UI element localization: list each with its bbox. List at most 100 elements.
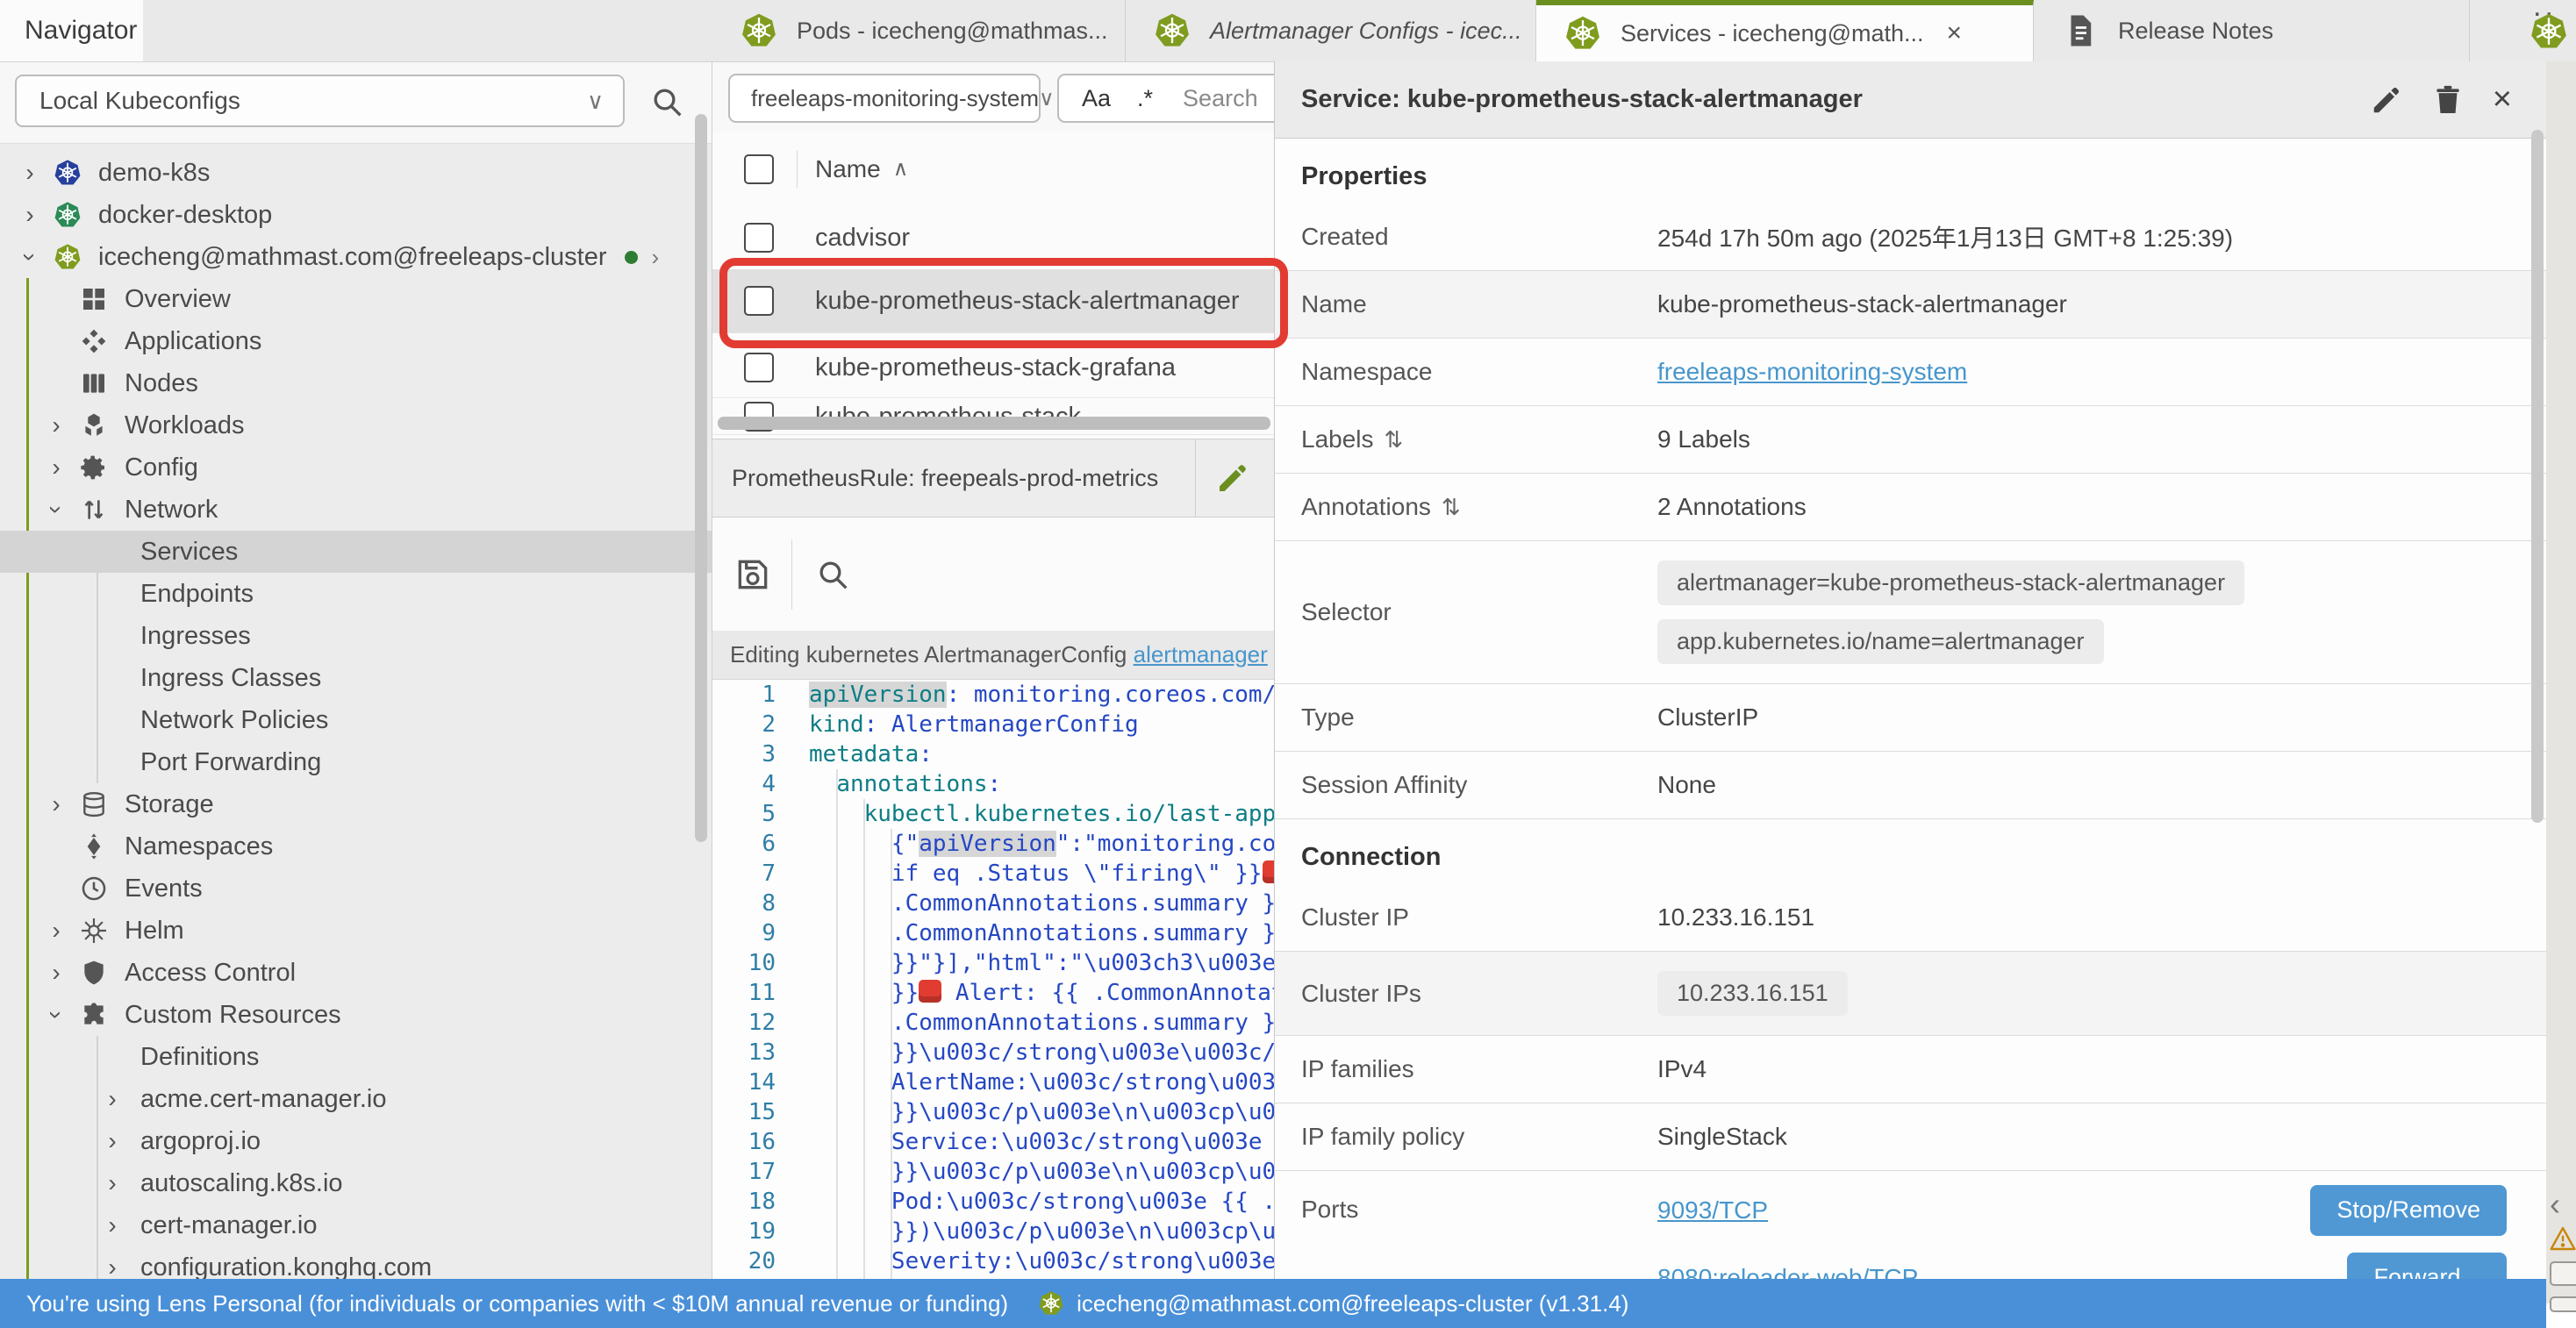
sidebar-item-cert-manager-io[interactable]: ›cert-manager.io <box>0 1204 712 1246</box>
sidebar-item-nodes[interactable]: Nodes <box>0 362 712 404</box>
sidebar-item-label: Ingresses <box>140 622 251 651</box>
sidebar-item-definitions[interactable]: Definitions <box>0 1036 712 1078</box>
forward-button[interactable]: Forward... <box>2347 1253 2507 1280</box>
sidebar-item-config[interactable]: ›Config <box>0 446 712 489</box>
chevron-right-icon[interactable]: › <box>39 790 74 818</box>
sidebar-item-docker-desktop[interactable]: ›docker-desktop <box>0 194 712 236</box>
editing-resource-link[interactable]: alertmanager <box>1134 641 1268 668</box>
editor-line-2: 2kind: AlertmanagerConfig <box>712 710 1277 739</box>
active-cluster-label[interactable]: icecheng@mathmast.com@freeleaps-cluster … <box>1077 1290 1628 1317</box>
sidebar-item-ingress-classes[interactable]: Ingress Classes <box>0 657 712 699</box>
detail-label: Selector <box>1301 598 1392 626</box>
namespace-link[interactable]: freeleaps-monitoring-system <box>1657 358 1967 386</box>
sidebar-item-acme-cert-manager-io[interactable]: ›acme.cert-manager.io <box>0 1078 712 1120</box>
tab-release-notes[interactable]: Release Notes <box>2034 0 2470 61</box>
tab-label: Pods - icecheng@mathmas... <box>797 18 1108 45</box>
sidebar-item-namespaces[interactable]: Namespaces <box>0 825 712 867</box>
editor-line-6: 6 {"apiVersion":"monitoring.core <box>712 829 1277 859</box>
column-header-name[interactable]: Name <box>815 155 881 183</box>
tab-pods-icecheng-mathmas[interactable]: Pods - icecheng@mathmas... <box>712 0 1126 61</box>
sidebar-item-helm[interactable]: ›Helm <box>0 910 712 952</box>
sidebar-item-endpoints[interactable]: Endpoints <box>0 573 712 615</box>
chevron-right-icon[interactable]: › <box>39 959 74 987</box>
select-all-checkbox[interactable] <box>744 154 774 184</box>
sidebar-item-overview[interactable]: Overview <box>0 278 712 320</box>
sidebar-item-storage[interactable]: ›Storage <box>0 783 712 825</box>
chevron-right-icon[interactable]: › <box>39 453 74 482</box>
sidebar-scrollbar[interactable] <box>695 114 707 842</box>
sidebar-item-icecheng-mathmast-com-freeleaps-cluster[interactable]: ›icecheng@mathmast.com@freeleaps-cluster… <box>0 236 712 278</box>
yaml-editor[interactable]: 1apiVersion: monitoring.coreos.com/v12ki… <box>712 680 1277 1279</box>
helm-icon <box>74 915 114 946</box>
sidebar-item-workloads[interactable]: ›Workloads <box>0 404 712 446</box>
chevron-right-icon[interactable]: › <box>39 411 74 439</box>
horizontal-scrollbar[interactable] <box>718 417 1270 430</box>
sidebar-item-network-policies[interactable]: Network Policies <box>0 699 712 741</box>
sidebar-item-port-forwarding[interactable]: Port Forwarding <box>0 741 712 783</box>
search-icon[interactable] <box>815 557 850 592</box>
chevron-down-icon[interactable]: › <box>42 492 70 527</box>
search-icon[interactable] <box>649 84 684 119</box>
sidebar-item-services[interactable]: Services <box>0 531 712 573</box>
tab-services-icecheng-math[interactable]: Services - icecheng@math...× <box>1536 0 2034 61</box>
line-code: }})\u003c/p\u003e\n\u003cp\u00 <box>809 1217 1277 1246</box>
sidebar-item-argoproj-io[interactable]: ›argoproj.io <box>0 1120 712 1162</box>
chevron-right-icon[interactable]: › <box>95 1085 130 1113</box>
editor-line-18: 18 Pod:\u003c/strong\u003e {{ .Co <box>712 1187 1277 1217</box>
tab-alertmanager-configs-icec[interactable]: Alertmanager Configs - icec... <box>1126 0 1536 61</box>
row-checkbox[interactable] <box>744 353 774 382</box>
chevron-down-icon[interactable]: › <box>42 997 70 1032</box>
regex-toggle[interactable]: .* <box>1137 85 1153 112</box>
sort-toggle-icon[interactable]: ⇅ <box>1442 494 1461 521</box>
chevron-right-icon[interactable]: › <box>12 201 47 229</box>
sidebar-item-custom-resources[interactable]: ›Custom Resources <box>0 994 712 1036</box>
port-link[interactable]: 8080:reloader-web/TCP <box>1657 1264 1918 1280</box>
sidebar-item-label: Namespaces <box>125 832 273 861</box>
chevron-right-icon[interactable]: › <box>652 244 660 271</box>
save-icon[interactable] <box>733 555 772 594</box>
sidebar-item-configuration-konghq-com[interactable]: › configuration.konghq.com <box>0 1246 712 1279</box>
namespace-select[interactable]: freeleaps-monitoring-system ∨ <box>728 74 1041 123</box>
gear-icon <box>74 452 114 483</box>
sort-asc-icon[interactable]: ∧ <box>893 156 909 182</box>
chevron-right-icon[interactable]: › <box>39 917 74 945</box>
port-link[interactable]: 9093/TCP <box>1657 1196 1768 1224</box>
row-checkbox[interactable] <box>744 223 774 253</box>
prometheusrule-dock-tab[interactable]: PrometheusRule: freepeals-prod-metrics <box>712 439 1277 518</box>
edit-pencil-icon[interactable] <box>1215 461 1250 496</box>
sidebar-item-demo-k8s[interactable]: ›demo-k8s <box>0 152 712 194</box>
sidebar-item-events[interactable]: Events <box>0 867 712 910</box>
namespaces-icon <box>74 831 114 862</box>
clipped-side-widgets: ‹ <box>2546 61 2576 1303</box>
detail-row-ip-family-policy: IP family policySingleStack <box>1275 1103 2546 1171</box>
sort-toggle-icon[interactable]: ⇅ <box>1385 426 1404 453</box>
chevron-right-icon[interactable]: › <box>95 1169 130 1197</box>
kubeconfig-select[interactable]: Local Kubeconfigs ∨ <box>15 75 625 127</box>
chevron-down-icon[interactable]: › <box>16 239 44 275</box>
line-code: .CommonAnnotations.summary }} <box>809 918 1277 948</box>
sidebar-item-ingresses[interactable]: Ingresses <box>0 615 712 657</box>
sidebar-item-autoscaling-k8s-io[interactable]: ›autoscaling.k8s.io <box>0 1162 712 1204</box>
kubernetes-icon <box>1154 12 1191 49</box>
sidebar-item-label: Ingress Classes <box>140 664 321 693</box>
search-input[interactable]: Aa .* Search <box>1057 74 1277 123</box>
tab-overflow-stub[interactable]: .. <box>2470 0 2576 61</box>
sidebar-item-label: configuration.konghq.com <box>140 1253 432 1280</box>
chevron-right-icon[interactable]: › <box>95 1127 130 1155</box>
match-case-toggle[interactable]: Aa <box>1082 85 1111 112</box>
detail-label: Annotations <box>1301 493 1431 521</box>
trash-icon[interactable] <box>2431 83 2465 117</box>
chevron-right-icon[interactable]: › <box>95 1253 130 1279</box>
close-icon[interactable]: × <box>2493 81 2512 118</box>
edit-pencil-icon[interactable] <box>2370 83 2403 117</box>
stop-remove-button[interactable]: Stop/Remove <box>2310 1185 2507 1236</box>
detail-row-cluster-ip: Cluster IP10.233.16.151 <box>1275 884 2546 952</box>
details-scrollbar[interactable] <box>2531 130 2544 823</box>
sidebar-item-access-control[interactable]: ›Access Control <box>0 952 712 994</box>
sidebar-item-applications[interactable]: Applications <box>0 320 712 362</box>
namespace-select-value: freeleaps-monitoring-system <box>751 85 1039 112</box>
sidebar-item-network[interactable]: ›Network <box>0 489 712 531</box>
close-icon[interactable]: × <box>1947 18 1963 48</box>
chevron-right-icon[interactable]: › <box>12 159 47 187</box>
chevron-right-icon[interactable]: › <box>95 1211 130 1239</box>
